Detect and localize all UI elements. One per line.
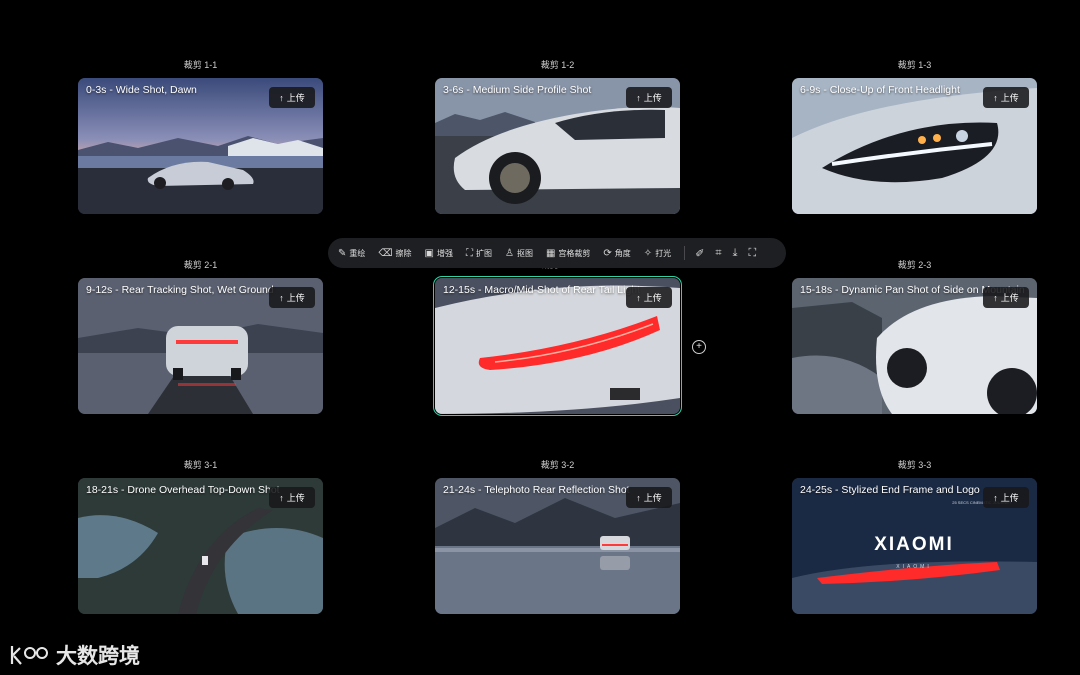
upload-button[interactable]: ↑ 上传 [983, 487, 1029, 508]
upload-label: 上传 [286, 493, 305, 503]
upload-arrow-icon: ↑ [279, 492, 284, 503]
tool-grid-crop[interactable]: ▦ 宫格裁剪 [546, 248, 590, 259]
upload-button[interactable]: ↑ 上传 [269, 487, 315, 508]
upload-button[interactable]: ↑ 上传 [626, 287, 672, 308]
tool-label: 角度 [614, 248, 631, 258]
cell-1-2: 裁剪 1-2 3-6s - Medium Side Profile Shot ↑… [435, 60, 680, 214]
brand-sub-text: XIAOMI [896, 564, 932, 570]
tool-label: 增强 [436, 248, 453, 258]
cell-label: 裁剪 3-1 [183, 460, 218, 470]
upload-button[interactable]: ↑ 上传 [626, 487, 672, 508]
upload-label: 上传 [643, 493, 662, 503]
canvas: 裁剪 1-1 0-3s - Wide Shot, Dawn ↑ 上传 裁剪 1-… [0, 0, 1080, 675]
upload-arrow-icon: ↑ [993, 292, 998, 303]
cell-2-1: 裁剪 2-1 9-12s - Rear Tracking Shot, Wet G… [78, 260, 323, 414]
cell-3-1: 裁剪 3-1 18-21s - Drone Overhead Top-Down … [78, 460, 323, 614]
tool-repaint[interactable]: ✎ 重绘 [338, 248, 365, 259]
tool-label: 抠图 [516, 248, 533, 258]
clip-title: 15-18s - Dynamic Pan Shot of Side on Mou… [800, 284, 1025, 296]
tool-erase[interactable]: ⌫ 擦除 [378, 248, 411, 259]
upload-arrow-icon: ↑ [279, 92, 284, 103]
clip-title: 18-21s - Drone Overhead Top-Down Shot [86, 484, 280, 496]
watermark-logo-icon [10, 646, 48, 665]
tool-angle[interactable]: ⟳ 角度 [603, 248, 630, 259]
clip-title: 21-24s - Telephoto Rear Reflection Shot [443, 484, 630, 496]
watermark-text: 大数跨境 [56, 645, 140, 668]
image-card[interactable]: 9-12s - Rear Tracking Shot, Wet Ground ↑… [78, 278, 323, 414]
image-card-selected[interactable]: 12-15s - Macro/Mid-Shot of Rear Tail Lig… [433, 276, 682, 416]
eraser-icon: ⌫ [378, 247, 393, 259]
upload-label: 上传 [643, 93, 662, 103]
download-icon[interactable]: ⤓ [733, 247, 738, 260]
cell-label: 裁剪 3-2 [540, 460, 575, 470]
cell-2-3: 裁剪 2-3 15-18s - Dynamic Pan Shot of Side… [792, 260, 1037, 414]
image-card[interactable]: XIAOMI XIAOMI 25 SECS CINEMATIC JOURNEY … [792, 478, 1037, 614]
upload-arrow-icon: ↑ [636, 92, 641, 103]
cell-3-2: 裁剪 3-2 21-24s - Telephoto Rear Reflectio… [435, 460, 680, 614]
upload-label: 上传 [1000, 493, 1019, 503]
tool-label: 擦除 [395, 248, 412, 258]
cell-label: 裁剪 3-3 [897, 460, 932, 470]
lighting-icon: ✧ [643, 247, 653, 259]
brand-logo-text: XIAOMI [874, 534, 954, 555]
cell-label: 裁剪 2-1 [183, 260, 218, 270]
tool-lighting[interactable]: ✧ 打光 [644, 248, 671, 259]
upload-label: 上传 [286, 293, 305, 303]
tool-cutout[interactable]: ♙ 抠图 [505, 248, 533, 259]
angle-icon: ⟳ [603, 247, 612, 259]
upload-button[interactable]: ↑ 上传 [626, 87, 672, 108]
brush-icon[interactable]: ✐ [695, 247, 704, 260]
clip-title: 0-3s - Wide Shot, Dawn [86, 84, 197, 96]
cell-label: 裁剪 2-3 [897, 260, 932, 270]
clip-title: 3-6s - Medium Side Profile Shot [443, 84, 592, 96]
tool-label: 扩图 [475, 248, 492, 258]
upload-label: 上传 [643, 293, 662, 303]
image-card[interactable]: 0-3s - Wide Shot, Dawn ↑ 上传 [78, 78, 323, 214]
cell-label: 裁剪 1-1 [183, 60, 218, 70]
cell-label: 裁剪 1-3 [897, 60, 932, 70]
upload-button[interactable]: ↑ 上传 [269, 87, 315, 108]
upload-arrow-icon: ↑ [993, 92, 998, 103]
expand-icon: ⛶ [465, 247, 473, 259]
clip-title: 24-25s - Stylized End Frame and Logo [800, 484, 980, 496]
add-icon[interactable]: + [692, 340, 706, 354]
upload-arrow-icon: ↑ [636, 292, 641, 303]
toolbar-divider [684, 246, 686, 260]
grid-crop-icon: ▦ [545, 247, 556, 259]
crop-icon[interactable]: ⌗ [715, 247, 721, 260]
upload-arrow-icon: ↑ [636, 492, 641, 503]
clip-title: 6-9s - Close-Up of Front Headlight [800, 84, 960, 96]
tool-label: 宫格裁剪 [558, 248, 591, 258]
tool-label: 打光 [655, 248, 672, 258]
hd-enhance-icon: ▣ [424, 247, 434, 259]
upload-label: 上传 [1000, 93, 1019, 103]
image-card[interactable]: 15-18s - Dynamic Pan Shot of Side on Mou… [792, 278, 1037, 414]
upload-arrow-icon: ↑ [279, 292, 284, 303]
watermark: 大数跨境 [10, 640, 140, 670]
cell-2-2: 裁剪 2-2 12-15s - Macro/Mid-Shot of Rear T… [433, 260, 682, 416]
image-card[interactable]: 3-6s - Medium Side Profile Shot ↑ 上传 [435, 78, 680, 214]
fullscreen-icon[interactable]: ⛶ [748, 247, 756, 260]
cell-1-1: 裁剪 1-1 0-3s - Wide Shot, Dawn ↑ 上传 [78, 60, 323, 214]
image-card[interactable]: 18-21s - Drone Overhead Top-Down Shot ↑ 上… [78, 478, 323, 614]
cell-3-3: 裁剪 3-3 XIAOMI XIAOMI 25 SECS CINEMATIC J… [792, 460, 1037, 614]
upload-button[interactable]: ↑ 上传 [269, 287, 315, 308]
clip-title: 12-15s - Macro/Mid-Shot of Rear Tail Lig… [443, 284, 641, 296]
image-edit-toolbar: ✎ 重绘 ⌫ 擦除 ▣ 增强 ⛶ 扩图 ♙ 抠图 ▦ 宫格裁剪 ⟳ 角度 ✧ 打光 ✐ ⌗ ⤓ … [328, 238, 786, 268]
image-card[interactable]: 21-24s - Telephoto Rear Reflection Shot … [435, 478, 680, 614]
cutout-icon: ♙ [504, 247, 514, 259]
tool-label: 重绘 [349, 248, 366, 258]
upload-button[interactable]: ↑ 上传 [983, 287, 1029, 308]
image-card[interactable]: 6-9s - Close-Up of Front Headlight ↑ 上传 [792, 78, 1037, 214]
upload-button[interactable]: ↑ 上传 [983, 87, 1029, 108]
upload-label: 上传 [1000, 293, 1019, 303]
upload-label: 上传 [286, 93, 305, 103]
tool-expand[interactable]: ⛶ 扩图 [466, 248, 492, 259]
repaint-icon: ✎ [338, 247, 347, 259]
upload-arrow-icon: ↑ [993, 492, 998, 503]
cell-1-3: 裁剪 1-3 6-9s - Close-Up of Front Headligh… [792, 60, 1037, 214]
cell-label: 裁剪 1-2 [540, 60, 575, 70]
tool-enhance[interactable]: ▣ 增强 [425, 248, 453, 259]
clip-title: 9-12s - Rear Tracking Shot, Wet Ground [86, 284, 274, 296]
